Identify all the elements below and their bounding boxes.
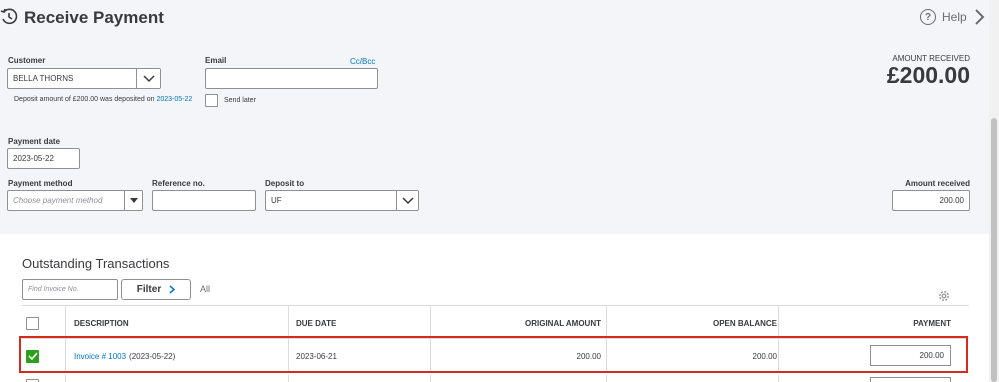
open-balance-cell: 200.00 [752, 351, 777, 361]
find-invoice-placeholder: Find Invoice No. [28, 286, 79, 293]
column-header-due-date[interactable]: DUE DATE [296, 306, 336, 340]
column-header-open-balance[interactable]: OPEN BALANCE [713, 306, 777, 340]
chevron-down-icon[interactable] [136, 69, 160, 88]
description-cell: Invoice # 1003 (2023-05-22) [74, 339, 175, 373]
help-button[interactable]: ? Help [920, 9, 967, 25]
outstanding-transactions-title: Outstanding Transactions [22, 256, 170, 271]
deposit-to-label: Deposit to [265, 179, 305, 188]
customer-value: BELLA THORNS [13, 74, 74, 83]
payment-header-panel [0, 0, 989, 234]
due-date-cell: 2023-06-21 [296, 351, 337, 361]
deposit-to-value: UF [271, 196, 282, 205]
help-label: Help [942, 10, 967, 24]
amount-received-field-value: 200.00 [939, 196, 964, 205]
amount-received-field-label: Amount received [905, 179, 970, 188]
send-later-label: Send later [224, 97, 256, 104]
chevron-right-icon [169, 285, 176, 294]
help-icon: ? [920, 9, 936, 25]
email-field[interactable] [205, 68, 378, 89]
table-header-row: DESCRIPTION DUE DATE ORIGINAL AMOUNT OPE… [22, 305, 969, 340]
cc-bcc-link[interactable]: Cc/Bcc [350, 57, 375, 66]
select-all-checkbox[interactable] [26, 316, 39, 330]
next-row-partial [22, 375, 969, 382]
chevron-down-icon[interactable] [396, 191, 418, 210]
invoice-date: (2023-05-22) [129, 351, 176, 361]
scrollbar[interactable] [989, 0, 999, 382]
payment-value: 200.00 [919, 351, 944, 360]
reference-label: Reference no. [152, 179, 205, 188]
gear-icon[interactable] [937, 289, 951, 303]
amount-received-total: £200.00 [886, 62, 970, 88]
scrollbar-thumb[interactable] [991, 118, 997, 382]
column-header-description[interactable]: DESCRIPTION [74, 306, 129, 340]
payment-method-placeholder: Choose payment method [13, 196, 103, 205]
payment-method-select[interactable]: Choose payment method [7, 190, 143, 211]
deposit-date-link[interactable]: 2023-05-22 [156, 96, 192, 103]
check-icon [27, 352, 38, 360]
payment-input[interactable] [870, 377, 951, 382]
send-later-option[interactable]: Send later [205, 94, 256, 107]
caret-down-icon[interactable] [124, 191, 142, 210]
column-header-payment[interactable]: PAYMENT [913, 306, 951, 340]
find-invoice-input[interactable]: Find Invoice No. [22, 279, 118, 300]
history-icon[interactable] [0, 8, 18, 26]
chevron-right-icon[interactable] [972, 8, 986, 26]
column-header-original-amount[interactable]: ORIGINAL AMOUNT [525, 306, 601, 340]
select-all-cell [26, 306, 39, 340]
all-filter-label: All [200, 284, 211, 294]
filter-label: Filter [136, 284, 162, 295]
payment-input[interactable]: 200.00 [870, 345, 951, 366]
payment-date-value: 2023-05-22 [13, 154, 54, 163]
amount-received-field[interactable]: 200.00 [892, 190, 970, 211]
customer-select[interactable]: BELLA THORNS [7, 68, 161, 89]
invoice-link[interactable]: Invoice # 1003 [74, 352, 126, 361]
payment-date-label: Payment date [8, 137, 61, 146]
email-label: Email [205, 56, 227, 65]
deposit-to-select[interactable]: UF [265, 190, 419, 211]
table-row: Invoice # 1003 (2023-05-22) 2023-06-21 2… [22, 339, 969, 373]
send-later-checkbox[interactable] [205, 94, 218, 107]
filter-button[interactable]: Filter [121, 279, 191, 300]
payment-method-label: Payment method [8, 179, 73, 188]
original-amount-cell: 200.00 [576, 351, 601, 361]
row-select-cell [26, 339, 39, 373]
deposit-note-text: Deposit amount of £200.00 was deposited … [14, 96, 155, 103]
payment-date-field[interactable]: 2023-05-22 [7, 148, 80, 169]
row-checkbox[interactable] [26, 349, 39, 363]
reference-field[interactable] [152, 190, 256, 211]
page-title: Receive Payment [24, 8, 164, 27]
customer-label: Customer [8, 56, 46, 65]
deposit-note: Deposit amount of £200.00 was deposited … [14, 96, 192, 103]
